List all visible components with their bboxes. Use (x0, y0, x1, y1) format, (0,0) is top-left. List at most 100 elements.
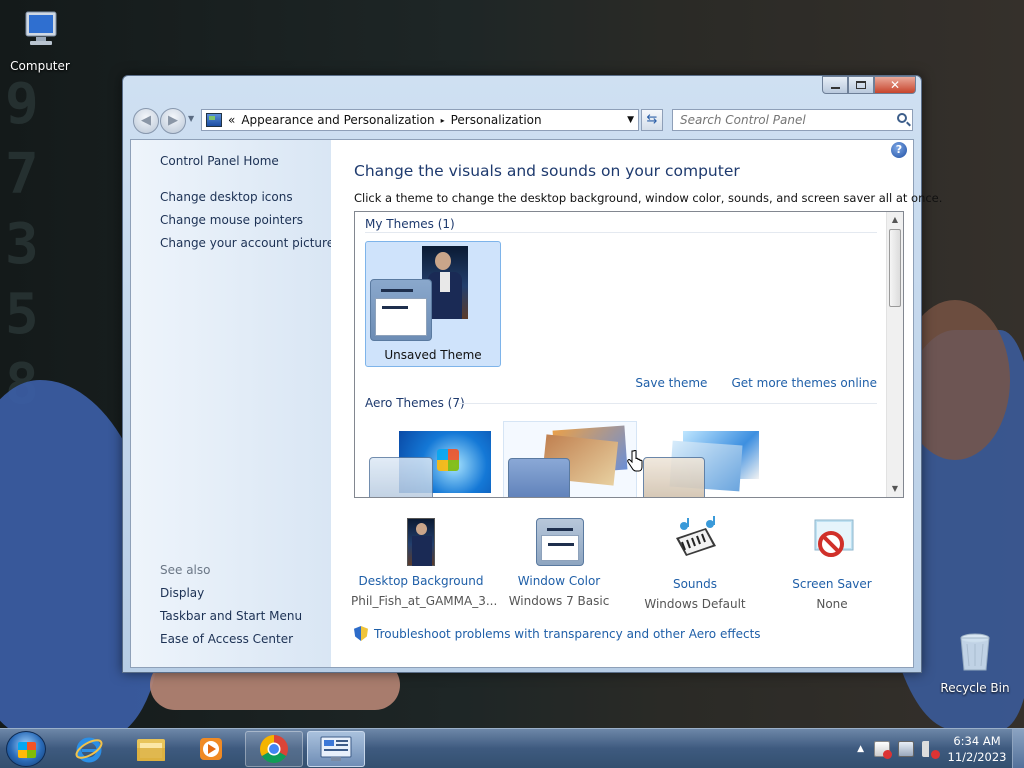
close-icon: ✕ (889, 78, 901, 92)
desktop-icon-label: Computer (10, 59, 70, 73)
back-arrow-icon: ◀ (141, 113, 151, 128)
search-box[interactable] (672, 109, 913, 131)
maximize-button[interactable] (848, 76, 874, 94)
sidebar-link-desktop-icons[interactable]: Change desktop icons (160, 190, 293, 204)
control-panel-icon (206, 113, 222, 127)
desktop-background-icon (396, 516, 446, 566)
address-dropdown-icon[interactable]: ▼ (627, 115, 634, 125)
theme-list-scrollbar[interactable]: ▲ ▼ (886, 212, 903, 497)
hand-cursor-icon (627, 450, 643, 472)
theme-windows-7[interactable] (369, 431, 493, 497)
scroll-down-icon[interactable]: ▼ (887, 481, 903, 497)
setting-value: Windows 7 Basic (508, 594, 610, 608)
clock-time: 6:34 AM (953, 734, 1001, 748)
network-icon[interactable] (898, 741, 914, 757)
setting-label: Desktop Background (358, 574, 484, 588)
window-color-setting[interactable]: Window Color Windows 7 Basic (489, 516, 629, 608)
internet-explorer-icon (75, 737, 103, 763)
breadcrumb-separator[interactable]: ▸ (441, 116, 445, 125)
breadcrumb-item[interactable]: Personalization (451, 113, 542, 127)
desktop-background-setting[interactable]: Desktop Background Phil_Fish_at_GAMMA_3.… (351, 516, 498, 608)
see-also-heading: See also (160, 563, 211, 577)
sidebar-link-account-picture[interactable]: Change your account picture (160, 236, 334, 250)
start-button[interactable] (6, 731, 46, 767)
my-themes-header: My Themes (1) (365, 217, 455, 231)
taskbar-control-panel[interactable] (307, 731, 365, 767)
theme-name: Unsaved Theme (384, 348, 482, 362)
setting-value: None (816, 597, 848, 611)
scrollbar-thumb[interactable] (889, 229, 901, 307)
screen-saver-icon (814, 519, 854, 557)
navigation-bar: ◀ ▶ ▼ « Appearance and Personalization ▸… (131, 106, 913, 134)
sidebar-link-ease-of-access[interactable]: Ease of Access Center (160, 632, 293, 646)
aero-themes-header: Aero Themes (7) (365, 396, 465, 410)
window-color-icon (534, 516, 584, 566)
scroll-up-icon[interactable]: ▲ (887, 212, 903, 228)
breadcrumb-item[interactable]: Appearance and Personalization (241, 113, 434, 127)
window-body: Control Panel Home Change desktop icons … (130, 139, 942, 668)
desktop-icon-label: Recycle Bin (940, 681, 1010, 695)
desktop-icon-recycle-bin[interactable]: Recycle Bin (935, 630, 1015, 695)
theme-list: My Themes (1) Unsaved Theme Save theme G… (354, 211, 904, 498)
media-player-icon (200, 738, 222, 760)
minimize-button[interactable] (822, 76, 848, 94)
forward-arrow-icon: ▶ (168, 113, 178, 128)
address-bar[interactable]: « Appearance and Personalization ▸ Perso… (201, 109, 639, 131)
clock-date: 11/2/2023 (947, 750, 1007, 764)
taskbar-internet-explorer[interactable] (60, 731, 118, 767)
wallpaper-pattern: 97358 (5, 72, 39, 417)
clock[interactable]: 6:34 AM 11/2/2023 (946, 733, 1008, 765)
action-center-icon[interactable] (874, 741, 892, 759)
refresh-button[interactable]: ⇆ (641, 109, 663, 131)
address-prefix: « (228, 113, 236, 127)
show-desktop-button[interactable] (1012, 729, 1024, 768)
theme-links: Save theme Get more themes online (635, 376, 877, 390)
page-subtitle: Click a theme to change the desktop back… (354, 191, 943, 205)
sidebar-link-display[interactable]: Display (160, 586, 204, 600)
back-button[interactable]: ◀ (133, 108, 159, 134)
personalization-window: ✕ ◀ ▶ ▼ « Appearance and Personalization… (122, 75, 942, 673)
control-panel-icon (320, 736, 352, 761)
theme-unsaved[interactable]: Unsaved Theme (365, 241, 501, 367)
taskbar-windows-explorer[interactable] (122, 731, 180, 767)
setting-value: Phil_Fish_at_GAMMA_3... (351, 594, 498, 608)
forward-button[interactable]: ▶ (160, 108, 186, 134)
recycle-bin-icon (960, 633, 990, 671)
sounds-setting[interactable]: Sounds Windows Default (625, 516, 765, 611)
help-button[interactable]: ? (891, 142, 907, 158)
minimize-icon (830, 86, 840, 89)
desktop-icon-computer[interactable]: Computer (0, 8, 80, 73)
window-controls: ✕ (822, 76, 916, 94)
search-icon[interactable] (897, 113, 907, 123)
taskbar-media-player[interactable] (182, 731, 240, 767)
show-hidden-icons-icon[interactable]: ▲ (857, 744, 864, 754)
troubleshoot-text: Troubleshoot problems with transparency … (374, 626, 761, 641)
setting-value: Windows Default (644, 597, 746, 611)
save-theme-link[interactable]: Save theme (635, 376, 707, 390)
screen-saver-setting[interactable]: Screen Saver None (762, 516, 902, 611)
window-color-preview (369, 457, 433, 497)
main-content: ? Change the visuals and sounds on your … (331, 140, 942, 667)
search-input[interactable] (680, 113, 890, 127)
volume-muted-icon[interactable] (922, 741, 940, 759)
sidebar-link-control-panel-home[interactable]: Control Panel Home (160, 154, 279, 168)
window-color-preview (508, 458, 570, 497)
theme-settings-row: Desktop Background Phil_Fish_at_GAMMA_3.… (351, 516, 901, 616)
theme-characters[interactable] (643, 431, 767, 497)
taskbar-chrome[interactable] (245, 731, 303, 767)
troubleshoot-link[interactable]: Troubleshoot problems with transparency … (354, 626, 761, 641)
refresh-icon: ⇆ (646, 112, 658, 127)
sidebar-link-taskbar[interactable]: Taskbar and Start Menu (160, 609, 302, 623)
section-divider (365, 232, 877, 233)
window-color-preview (370, 279, 432, 341)
theme-architecture[interactable] (503, 421, 637, 497)
setting-label: Window Color (517, 574, 601, 588)
get-more-themes-link[interactable]: Get more themes online (731, 376, 877, 390)
sounds-icon (676, 516, 716, 556)
chrome-icon (260, 735, 288, 763)
shield-icon (354, 626, 368, 641)
recent-pages-icon[interactable]: ▼ (188, 114, 194, 123)
setting-label: Screen Saver (792, 577, 872, 591)
sidebar-link-mouse-pointers[interactable]: Change mouse pointers (160, 213, 303, 227)
close-button[interactable]: ✕ (874, 76, 916, 94)
